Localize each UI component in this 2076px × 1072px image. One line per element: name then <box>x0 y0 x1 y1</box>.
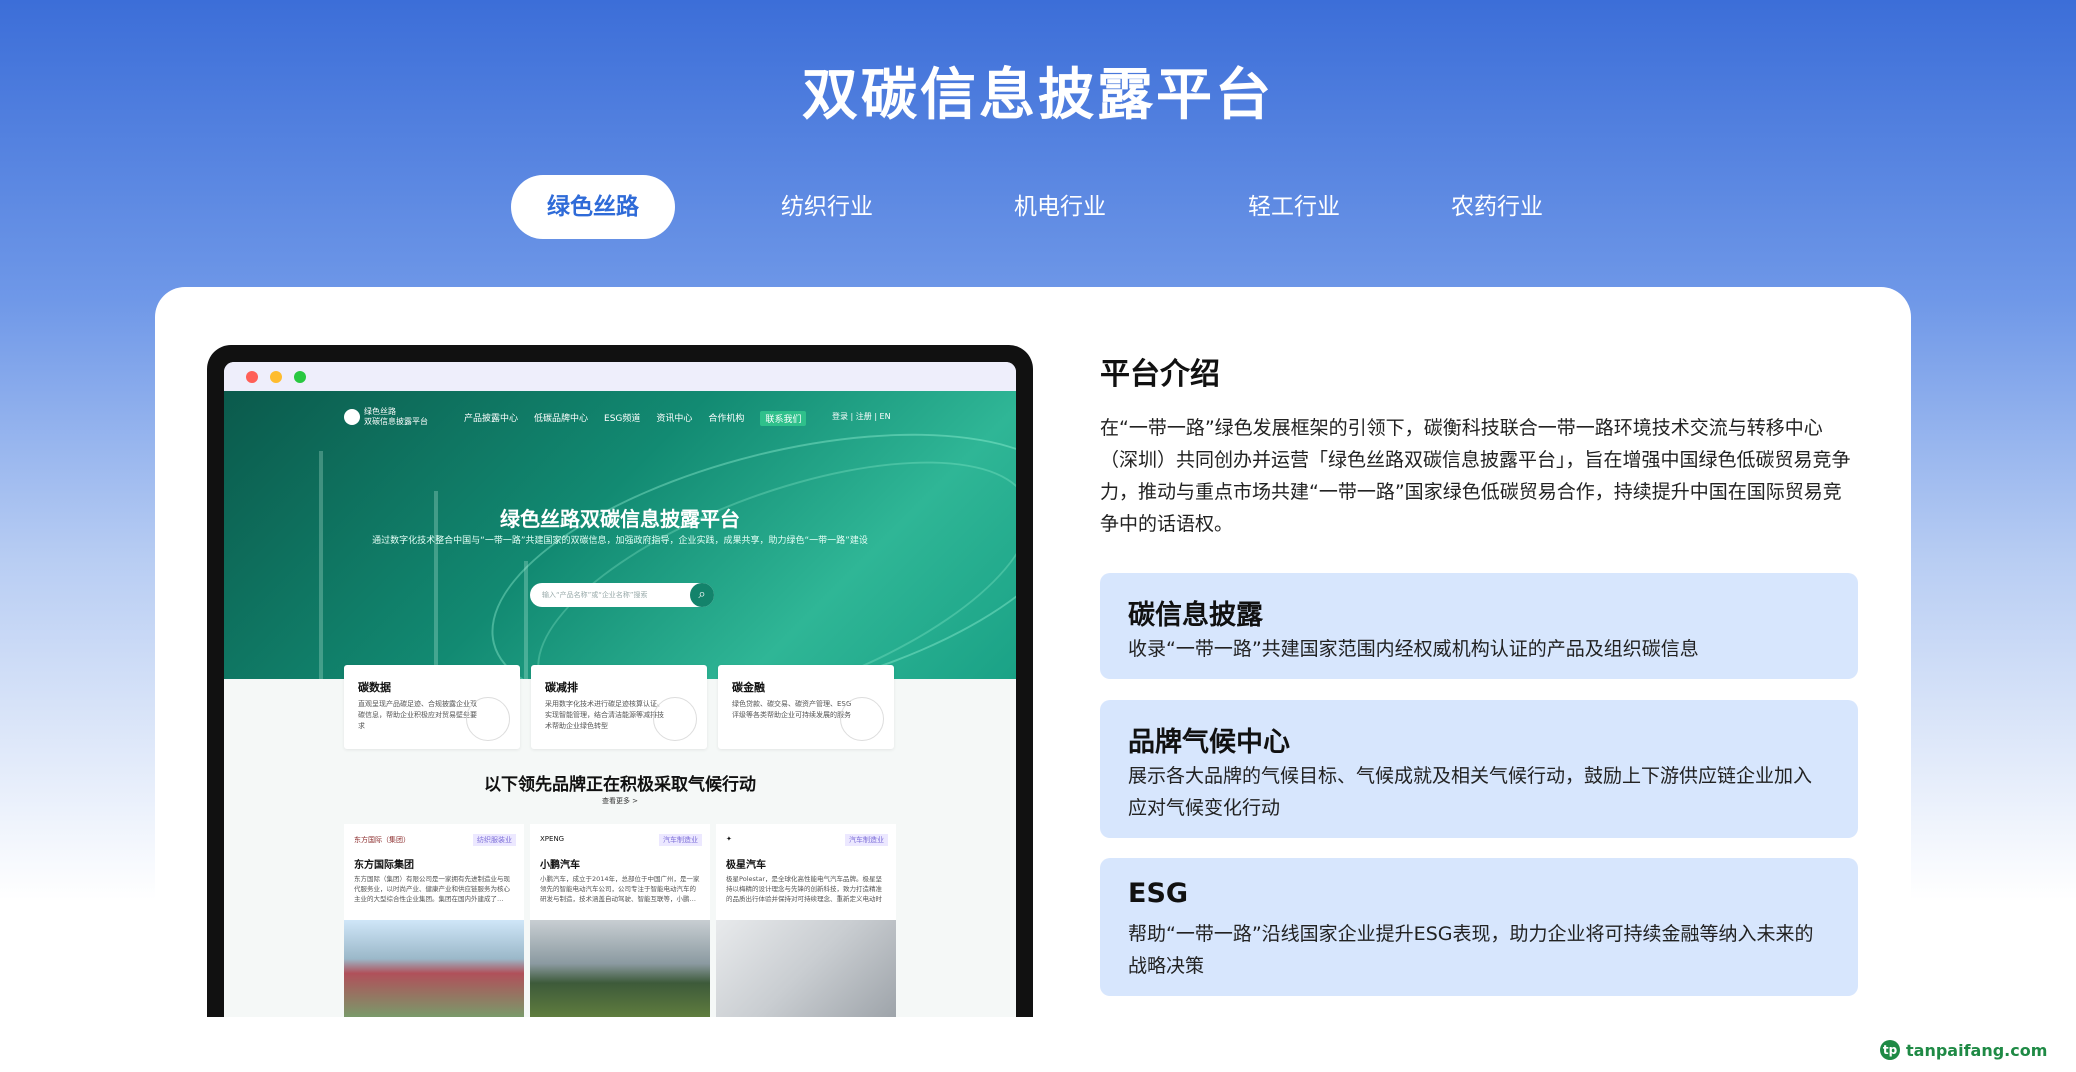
wind-turbine-icon <box>524 561 528 679</box>
brand-name: 东方国际集团 <box>354 860 414 871</box>
brand-card[interactable]: XPENG 汽车制造业 小鹏汽车 小鹏汽车，成立于2014年，总部位于中国广州，… <box>530 824 710 1017</box>
brands-section-title: 以下领先品牌正在积极采取气候行动 <box>484 775 756 795</box>
nav-item[interactable]: 合作机构 <box>708 411 744 426</box>
logo-icon <box>344 409 360 425</box>
feature-title: 碳数据 <box>358 681 391 694</box>
feature-title: 碳减排 <box>545 681 578 694</box>
feature-title: 碳金融 <box>732 681 765 694</box>
site-search[interactable]: 输入“产品名称”或“企业名称”搜索 ⌕ <box>530 583 714 607</box>
page-title: 双碳信息披露平台 <box>802 63 1274 128</box>
watermark: tp tanpaifang.com <box>1880 1040 2047 1060</box>
feature-card-carbon-data[interactable]: 碳数据 直观呈现产品碳足迹、合规披露企业双碳信息，帮助企业积极应对贸易壁垒要求 <box>344 665 520 749</box>
search-icon[interactable]: ⌕ <box>690 583 714 607</box>
watermark-text: tanpaifang.com <box>1906 1040 2048 1060</box>
industry-tag: 汽车制造业 <box>659 834 702 846</box>
brand-logo: 东方国际（集团） <box>354 836 410 844</box>
carbon-reduction-icon <box>653 697 697 741</box>
brand-logo: XPENG <box>540 835 565 843</box>
brand-photo <box>530 920 710 1017</box>
site-nav: 产品披露中心 低碳品牌中心 ESG频道 资讯中心 合作机构 联系我们 <box>464 411 807 426</box>
intro-text: 在“一带一路”绿色发展框架的引领下，碳衡科技联合一带一路环境技术交流与转移中心（… <box>1100 417 1851 535</box>
brand-card[interactable]: 东方国际（集团） 纺织服装业 东方国际集团 东方国际（集团）有限公司是一家拥有先… <box>344 824 524 1017</box>
hero-banner: 绿色丝路 双碳信息披露平台 产品披露中心 低碳品牌中心 ESG频道 资讯中心 合作… <box>224 391 1016 679</box>
hero-title: 绿色丝路双碳信息披露平台 <box>500 507 740 531</box>
brand-card[interactable]: ✦ 汽车制造业 极星汽车 极星Polestar，是全球化高性能电气汽车品牌。极星… <box>716 824 896 1017</box>
feature-desc: 绿色贷款、碳交易、碳资产管理、ESG评级等各类帮助企业可持续发展的服务 <box>732 700 852 719</box>
brand-desc: 小鹏汽车，成立于2014年，总部位于中国广州，是一家领先的智能电动汽车公司，公司… <box>540 875 700 903</box>
watermark-logo-icon: tp <box>1880 1040 1900 1060</box>
laptop-mockup: 绿色丝路 双碳信息披露平台 产品披露中心 低碳品牌中心 ESG频道 资讯中心 合作… <box>207 345 1033 1017</box>
nav-item[interactable]: 资讯中心 <box>656 411 692 426</box>
nav-item[interactable]: ESG频道 <box>604 411 640 426</box>
hero-subtitle: 通过数字化技术整合中国与“一带一路”共建国家的双碳信息，加强政府指导，企业实践，… <box>372 536 868 546</box>
feature-card-carbon-reduction[interactable]: 碳减排 采用数字化技术进行碳足迹核算认证、实现智能管理，结合清洁能源等减排技术帮… <box>531 665 707 749</box>
carbon-data-icon <box>466 697 510 741</box>
feature-card-carbon-finance[interactable]: 碳金融 绿色贷款、碳交易、碳资产管理、ESG评级等各类帮助企业可持续发展的服务 <box>718 665 894 749</box>
feature-box-brand-climate: 品牌气候中心 展示各大品牌的气候目标、气候成就及相关气候行动，鼓励上下游供应链企… <box>1100 700 1858 838</box>
website-screenshot: 绿色丝路 双碳信息披露平台 产品披露中心 低碳品牌中心 ESG频道 资讯中心 合作… <box>224 362 1016 1017</box>
feature-box-desc: 帮助“一带一路”沿线国家企业提升ESG表现，助力企业将可持续金融等纳入未来的战略… <box>1128 923 1814 977</box>
wind-turbine-icon <box>319 451 323 679</box>
maximize-dot-icon <box>294 371 306 383</box>
tab-light-industry[interactable]: 轻工行业 <box>1212 175 1376 239</box>
browser-chrome <box>224 362 1016 391</box>
tab-green-silk-road[interactable]: 绿色丝路 <box>511 175 675 239</box>
logo-line2: 双碳信息披露平台 <box>364 417 428 426</box>
nav-item[interactable]: 低碳品牌中心 <box>534 411 588 426</box>
brand-desc: 极星Polestar，是全球化高性能电气汽车品牌。极星坚持以梅精的设计理念与先锋… <box>726 875 883 903</box>
feature-box-desc: 展示各大品牌的气候目标、气候成就及相关气候行动，鼓励上下游供应链企业加入应对气候… <box>1128 765 1813 819</box>
feature-box-desc: 收录“一带一路”共建国家范围内经权威机构认证的产品及组织碳信息 <box>1128 638 1699 660</box>
brand-photo <box>344 920 524 1017</box>
login-links[interactable]: 登录 | 注册 | EN <box>832 411 891 422</box>
tab-textile[interactable]: 纺织行业 <box>745 175 909 239</box>
site-logo[interactable]: 绿色丝路 双碳信息披露平台 <box>344 407 428 427</box>
close-dot-icon <box>246 371 258 383</box>
industry-tag: 纺织服装业 <box>473 834 516 846</box>
carbon-finance-icon <box>840 697 884 741</box>
brand-name: 小鹏汽车 <box>540 860 580 871</box>
search-input[interactable]: 输入“产品名称”或“企业名称”搜索 <box>542 590 648 600</box>
feature-desc: 直观呈现产品碳足迹、合规披露企业双碳信息，帮助企业积极应对贸易壁垒要求 <box>358 700 477 730</box>
brand-desc: 东方国际（集团）有限公司是一家拥有先进制造业与现代服务业，以时尚产业、健康产业和… <box>354 875 510 903</box>
feature-box-esg: ESG 帮助“一带一路”沿线国家企业提升ESG表现，助力企业将可持续金融等纳入未… <box>1100 858 1858 996</box>
feature-desc: 采用数字化技术进行碳足迹核算认证、实现智能管理，结合清洁能源等减排技术帮助企业绿… <box>545 700 664 730</box>
industry-tag: 汽车制造业 <box>845 834 888 846</box>
feature-box-title: ESG <box>1128 878 1189 909</box>
tab-pesticide[interactable]: 农药行业 <box>1415 175 1579 239</box>
view-more-link[interactable]: 查看更多 > <box>224 796 1016 806</box>
brand-photo <box>716 920 896 1017</box>
brand-name: 极星汽车 <box>726 860 766 871</box>
minimize-dot-icon <box>270 371 282 383</box>
brand-logo: ✦ <box>726 835 732 843</box>
contact-button[interactable]: 联系我们 <box>760 411 807 426</box>
intro-title: 平台介绍 <box>1100 357 1220 392</box>
feature-box-title: 品牌气候中心 <box>1128 727 1290 758</box>
industry-tabs: 绿色丝路 纺织行业 机电行业 轻工行业 农药行业 <box>0 175 2076 239</box>
feature-box-title: 碳信息披露 <box>1128 600 1263 631</box>
nav-item[interactable]: 产品披露中心 <box>464 411 518 426</box>
tab-electromechanical[interactable]: 机电行业 <box>978 175 1142 239</box>
logo-line1: 绿色丝路 <box>364 407 396 416</box>
feature-box-carbon-disclosure: 碳信息披露 收录“一带一路”共建国家范围内经权威机构认证的产品及组织碳信息 <box>1100 573 1858 679</box>
